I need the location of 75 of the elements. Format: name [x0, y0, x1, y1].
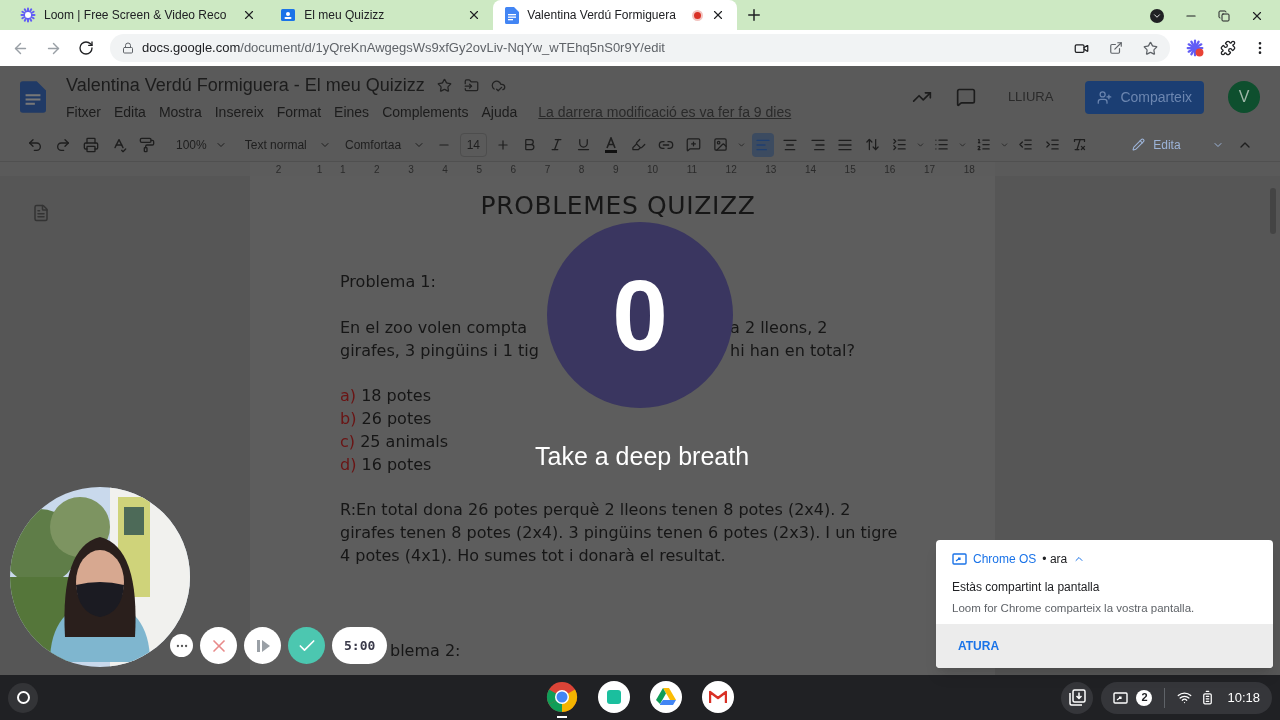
starburst-icon — [20, 7, 36, 23]
avatar[interactable]: V — [1228, 81, 1260, 113]
bookmark-icon[interactable] — [1143, 40, 1158, 56]
menu-item[interactable]: Eines — [334, 101, 370, 123]
menu-item[interactable]: Complements — [382, 101, 469, 123]
open-icon[interactable] — [1109, 41, 1123, 55]
launcher-button[interactable] — [8, 682, 38, 713]
star-icon[interactable] — [436, 77, 452, 93]
alignment-icon[interactable] — [751, 132, 774, 157]
countdown-number: 0 — [612, 265, 668, 365]
paragraph: R:En total dona 26 potes perquè 2 lleons tenen 8 potes (2x4). 2 girafes tenen 8 potes (2x4). 3 pingüins tenen 6 potes (2x3). I un tigre 4 potes (4x1). Ho sumes tot i donarà el resultat. — [340, 499, 899, 567]
document-heading: PROBLEMES QUIZIZZ — [480, 192, 756, 220]
person-board-icon — [280, 7, 297, 23]
answer-option: d) 16 potes — [340, 453, 432, 476]
screen-share-icon — [1113, 691, 1129, 704]
document-icon — [505, 6, 520, 24]
paragraph: girafes, 3 pingüins i 1 tig — [340, 340, 540, 362]
answer-option: a) 18 potes — [340, 384, 431, 407]
menu-item[interactable]: Mostra — [158, 101, 202, 123]
clock: 10:18 — [1227, 688, 1260, 707]
style-dropdown[interactable]: Text normal — [244, 135, 332, 154]
status-tray[interactable]: 2 10:18 — [1101, 681, 1272, 714]
reload-icon[interactable] — [78, 40, 94, 56]
document-title[interactable]: Valentina Verdú Formiguera - El meu Quizizz — [66, 71, 425, 99]
download-stack-icon[interactable] — [1068, 689, 1086, 706]
person-add-icon — [1097, 89, 1113, 105]
tab-title: El meu Quizizz — [304, 7, 385, 24]
browser-tab[interactable]: El meu Quizizz — [268, 0, 494, 30]
extensions-icon[interactable] — [1220, 40, 1236, 56]
answer-option: c) 25 animals — [340, 430, 449, 453]
lock-icon[interactable] — [122, 42, 134, 54]
font-dropdown[interactable]: Comfortaa — [345, 135, 428, 154]
screen-share-icon — [952, 553, 967, 565]
paragraph: Problema 1: — [340, 271, 436, 293]
starburst-icon[interactable] — [1186, 39, 1204, 57]
paragraph: blema 2: — [390, 640, 461, 662]
menu-item[interactable]: Fitxer — [66, 101, 101, 123]
menu-item[interactable]: Edita — [114, 101, 146, 123]
chrome-icon[interactable] — [546, 681, 578, 713]
outline-icon[interactable] — [32, 204, 50, 222]
share-button[interactable]: Comparteix — [1085, 80, 1204, 114]
paragraph: hi han en total? — [730, 340, 855, 362]
notification-time: • ara — [1042, 551, 1068, 568]
font-size-field[interactable]: 14 — [459, 132, 487, 157]
profile-icon[interactable] — [1150, 9, 1164, 23]
countdown-message: Take a deep breath — [535, 441, 750, 472]
document-icon[interactable] — [20, 80, 46, 114]
comments-icon[interactable] — [955, 87, 976, 107]
menu-item[interactable]: Insereix — [214, 101, 264, 123]
mode-dropdown[interactable]: Edita — [1128, 132, 1228, 157]
notification-body: Loom for Chrome comparteix la vostra pantalla. — [952, 601, 1196, 616]
wifi-icon — [1177, 690, 1193, 705]
paragraph: En el zoo volen compta — [340, 317, 528, 339]
menu-item[interactable]: Ajuda — [481, 101, 518, 123]
tab-title: Loom | Free Screen & Video Reco — [44, 7, 227, 24]
notification-source: Chrome OS — [973, 551, 1037, 568]
tab-title: Valentina Verdú Formiguera — [527, 7, 676, 24]
zoom-dropdown[interactable]: 100% — [176, 135, 227, 154]
notification-title: Estàs compartint la pantalla — [952, 579, 1101, 596]
notification-badge: 2 — [1136, 689, 1153, 706]
answer-option: b) 26 potes — [340, 407, 432, 430]
play-pause-icon — [254, 637, 271, 654]
paragraph: a 2 lleons, 2 — [730, 317, 828, 339]
close-icon[interactable] — [1250, 9, 1264, 23]
cloud-icon — [490, 77, 506, 93]
pencil-icon — [1132, 138, 1146, 151]
app-tile-icon[interactable] — [598, 681, 630, 713]
envelope-icon[interactable] — [702, 681, 734, 713]
browser-tab[interactable]: Valentina Verdú Formiguera — [493, 0, 737, 30]
folder-icon[interactable] — [463, 77, 479, 93]
menu-item[interactable]: Format — [276, 101, 322, 123]
browser-tab[interactable]: Loom | Free Screen & Video Reco — [8, 0, 269, 30]
restore-icon[interactable] — [1218, 10, 1230, 22]
stop-button[interactable]: ATURA — [958, 637, 1000, 655]
address-field[interactable]: docs.google.com/document/d/1yQreKnAwgegsWs9xfGy2ovLiv-NqYw_wTEhq5nS0r9Y/edit — [110, 34, 1170, 62]
